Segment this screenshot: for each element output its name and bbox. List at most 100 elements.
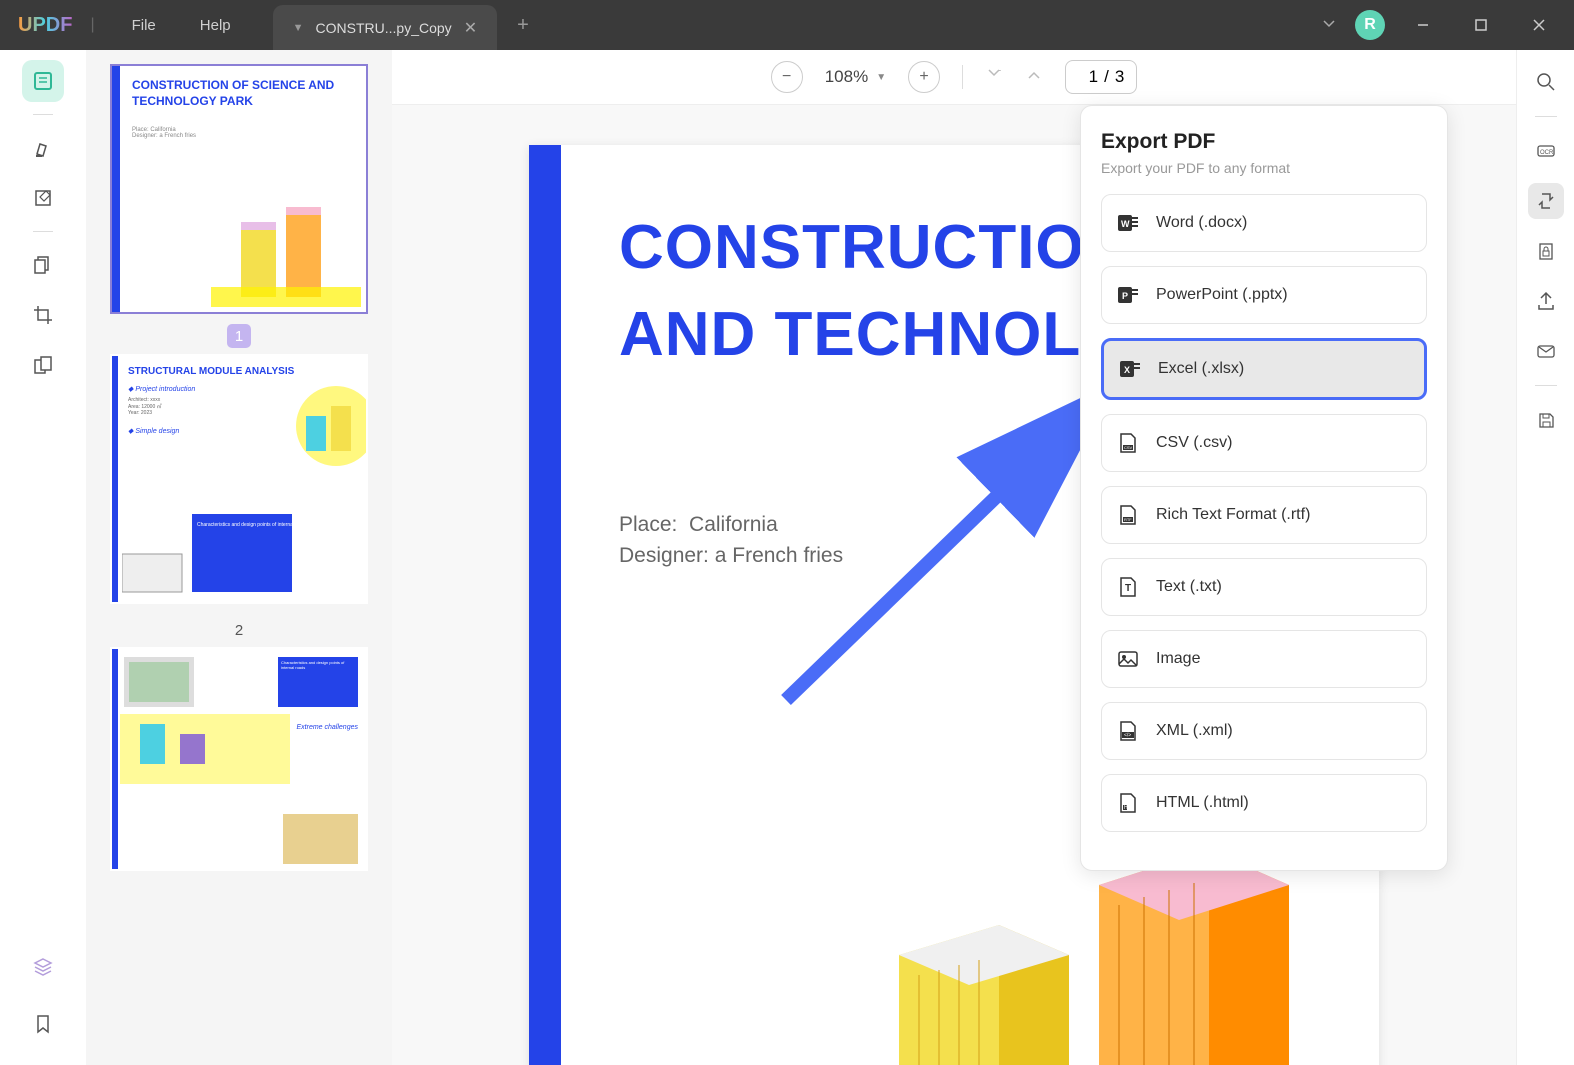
layers-icon[interactable] — [22, 946, 64, 988]
protect-icon[interactable] — [1528, 233, 1564, 269]
page-edge-decoration — [529, 145, 561, 1065]
powerpoint-icon: P — [1116, 283, 1140, 307]
titlebar: UPDF | File Help ▼ CONSTRU...py_Copy ✕ +… — [0, 0, 1574, 50]
maximize-button[interactable] — [1461, 5, 1501, 45]
thumbnail-number-2: 2 — [110, 614, 368, 647]
sidebar-separator — [33, 114, 53, 115]
reader-mode-icon[interactable] — [22, 60, 64, 102]
export-powerpoint-button[interactable]: P PowerPoint (.pptx) — [1101, 266, 1427, 324]
export-xml-label: XML (.xml) — [1156, 722, 1233, 740]
thumb3-h1: Extreme challenges — [297, 724, 358, 731]
tab-dropdown-icon[interactable]: ▼ — [293, 22, 304, 34]
thumb1-meta2: Designer: a French fries — [132, 133, 354, 139]
image-icon — [1116, 647, 1140, 671]
word-icon: W — [1116, 211, 1140, 235]
tab-close-icon[interactable]: ✕ — [464, 18, 477, 38]
page-total: 3 — [1115, 67, 1124, 87]
rtf-icon: RTF — [1116, 503, 1140, 527]
text-icon: T — [1116, 575, 1140, 599]
search-icon[interactable] — [1528, 64, 1564, 100]
first-page-icon[interactable] — [985, 66, 1003, 89]
share-icon[interactable] — [1528, 283, 1564, 319]
html-icon: H — [1116, 791, 1140, 815]
bookmark-icon[interactable] — [22, 1003, 64, 1045]
export-powerpoint-label: PowerPoint (.pptx) — [1156, 286, 1288, 304]
save-icon[interactable] — [1528, 402, 1564, 438]
main-area: CONSTRUCTION OF SCIENCE AND TECHNOLOGY P… — [0, 50, 1574, 1065]
thumb2-title: STRUCTURAL MODULE ANALYSIS — [128, 366, 356, 377]
avatar[interactable]: R — [1355, 10, 1385, 40]
new-tab-button[interactable]: + — [517, 14, 529, 37]
thumbnail-number-1: 1 — [227, 324, 251, 348]
annotation-arrow — [766, 390, 1116, 720]
svg-text:T: T — [1125, 583, 1131, 594]
tab-title: CONSTRU...py_Copy — [316, 20, 452, 36]
pages-icon[interactable] — [22, 244, 64, 286]
ocr-icon[interactable]: OCR — [1528, 133, 1564, 169]
export-csv-button[interactable]: CSV CSV (.csv) — [1101, 414, 1427, 472]
viewer-toolbar: − 108% ▼ + / 3 — [392, 50, 1516, 105]
export-text-button[interactable]: T Text (.txt) — [1101, 558, 1427, 616]
export-word-button[interactable]: W Word (.docx) — [1101, 194, 1427, 252]
zoom-value: 108% — [825, 67, 868, 87]
convert-icon[interactable] — [1528, 183, 1564, 219]
menu-help[interactable]: Help — [178, 17, 253, 34]
menu-file[interactable]: File — [110, 17, 178, 34]
sidebar-separator — [1535, 385, 1557, 386]
svg-text:OCR: OCR — [1540, 150, 1554, 156]
sidebar-separator — [1535, 116, 1557, 117]
app-logo: UPDF — [18, 14, 72, 37]
export-image-label: Image — [1156, 650, 1200, 668]
highlight-icon[interactable] — [22, 127, 64, 169]
svg-text:X: X — [1124, 365, 1130, 375]
export-text-label: Text (.txt) — [1156, 578, 1222, 596]
export-csv-label: CSV (.csv) — [1156, 434, 1232, 452]
zoom-in-button[interactable]: + — [908, 61, 940, 93]
left-sidebar — [0, 50, 86, 1065]
page-separator: / — [1104, 67, 1109, 87]
export-xml-button[interactable]: </> XML (.xml) — [1101, 702, 1427, 760]
csv-icon: CSV — [1116, 431, 1140, 455]
export-image-button[interactable]: Image — [1101, 630, 1427, 688]
prev-page-icon[interactable] — [1025, 66, 1043, 89]
crop-icon[interactable] — [22, 294, 64, 336]
thumbnail-page-2[interactable]: STRUCTURAL MODULE ANALYSIS ◆ Project int… — [110, 354, 368, 604]
export-subtitle: Export your PDF to any format — [1101, 160, 1427, 176]
thumbnail-page-3[interactable]: Characteristics and design points of int… — [110, 647, 368, 871]
excel-icon: X — [1118, 357, 1142, 381]
svg-text:CSV: CSV — [1124, 445, 1133, 450]
zoom-level[interactable]: 108% ▼ — [825, 67, 886, 87]
export-panel: Export PDF Export your PDF to any format… — [1080, 105, 1448, 871]
document-tab[interactable]: ▼ CONSTRU...py_Copy ✕ — [273, 5, 497, 51]
svg-text:Characteristics and design poi: Characteristics and design points of int… — [197, 522, 302, 528]
compare-icon[interactable] — [22, 344, 64, 386]
page-input[interactable]: / 3 — [1065, 60, 1137, 94]
sidebar-bottom — [22, 946, 64, 1045]
export-excel-label: Excel (.xlsx) — [1158, 360, 1244, 378]
minimize-button[interactable] — [1403, 5, 1443, 45]
export-rtf-button[interactable]: RTF Rich Text Format (.rtf) — [1101, 486, 1427, 544]
svg-text:RTF: RTF — [1124, 517, 1132, 522]
logo-separator: | — [90, 16, 94, 34]
export-excel-button[interactable]: X Excel (.xlsx) — [1101, 338, 1427, 400]
thumb1-title: CONSTRUCTION OF SCIENCE AND TECHNOLOGY P… — [132, 78, 354, 109]
zoom-out-button[interactable]: − — [771, 61, 803, 93]
sidebar-separator — [33, 231, 53, 232]
export-html-label: HTML (.html) — [1156, 794, 1249, 812]
export-title: Export PDF — [1101, 130, 1427, 154]
svg-text:P: P — [1122, 291, 1128, 301]
export-html-button[interactable]: H HTML (.html) — [1101, 774, 1427, 832]
svg-text:W: W — [1121, 219, 1130, 229]
page-current-input[interactable] — [1078, 67, 1098, 87]
xml-icon: </> — [1116, 719, 1140, 743]
svg-text:</>: </> — [1124, 733, 1131, 739]
export-rtf-label: Rich Text Format (.rtf) — [1156, 506, 1310, 524]
thumbnail-page-1[interactable]: CONSTRUCTION OF SCIENCE AND TECHNOLOGY P… — [110, 64, 368, 314]
right-sidebar: OCR — [1516, 50, 1574, 1065]
titlebar-right: R — [1321, 5, 1574, 45]
titlebar-dropdown-icon[interactable] — [1321, 15, 1337, 36]
edit-icon[interactable] — [22, 177, 64, 219]
email-icon[interactable] — [1528, 333, 1564, 369]
zoom-dropdown-icon[interactable]: ▼ — [876, 72, 886, 83]
close-button[interactable] — [1519, 5, 1559, 45]
